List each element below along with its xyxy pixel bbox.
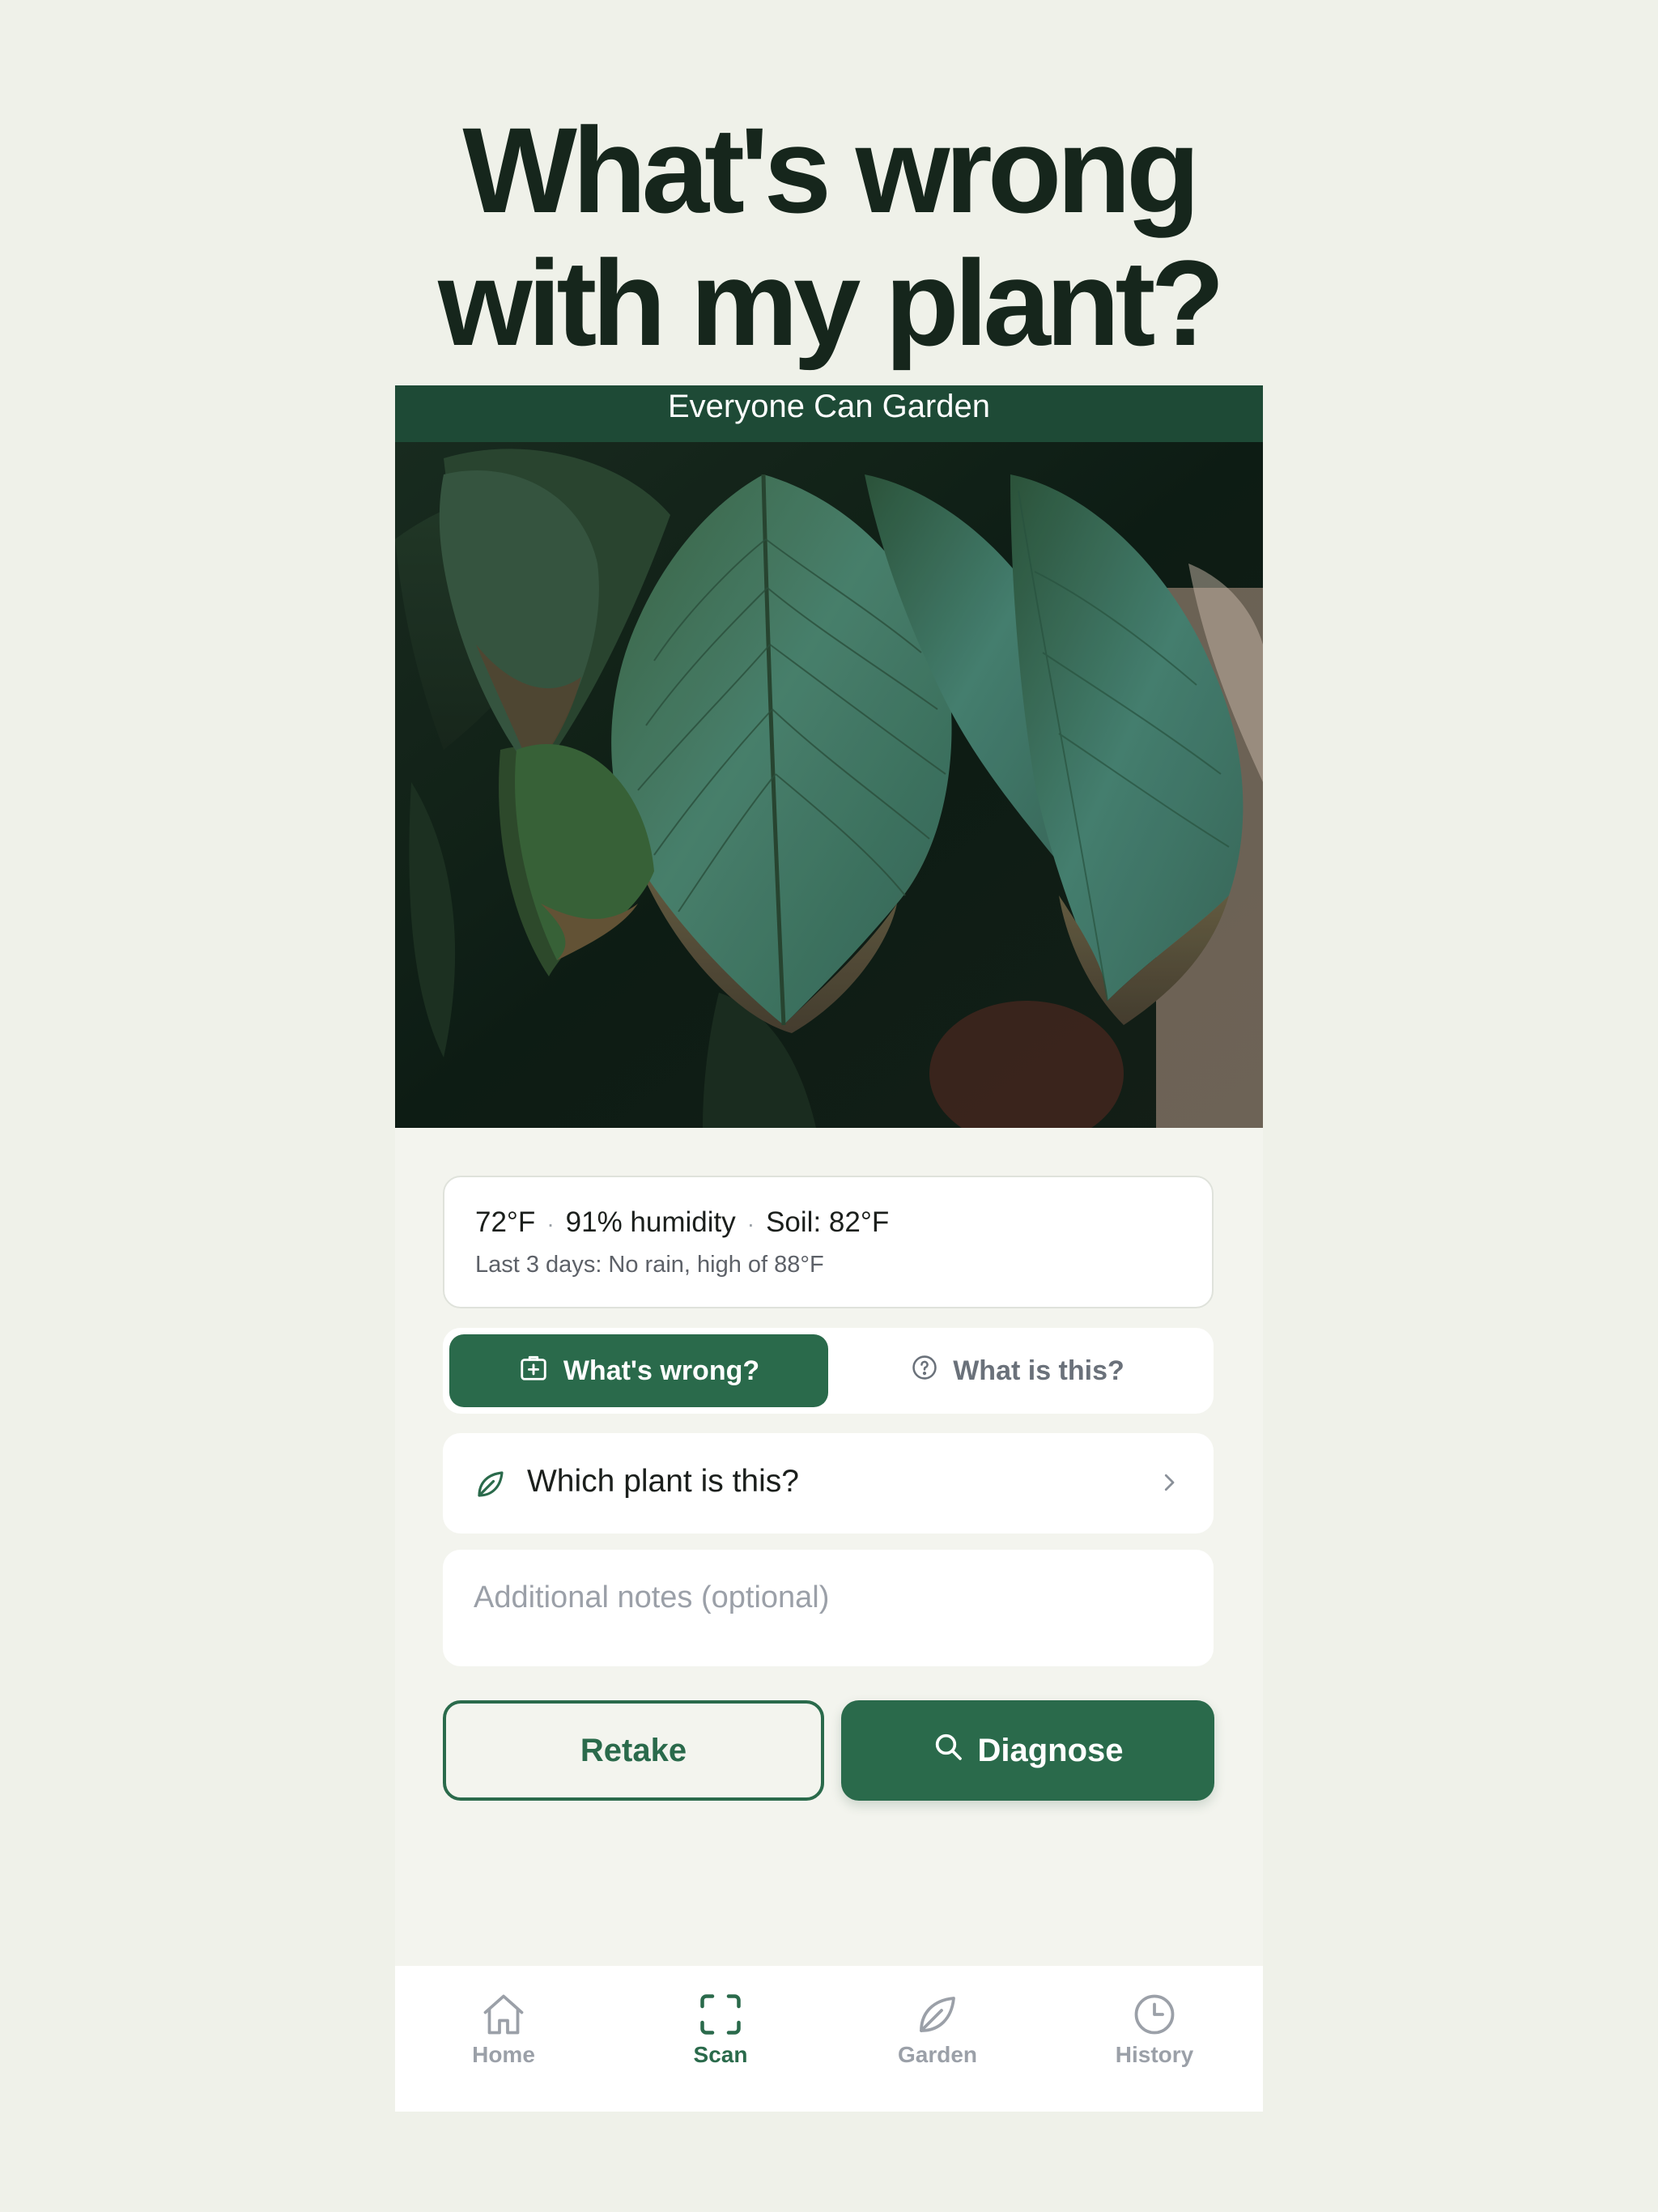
soil-temperature: Soil: 82°F (766, 1206, 890, 1238)
app-title-bar: Everyone Can Garden (395, 385, 1263, 442)
home-icon (479, 1990, 528, 2039)
diagnose-button[interactable]: Diagnose (841, 1700, 1214, 1801)
leaf-icon (474, 1467, 508, 1505)
tab-home[interactable]: Home (395, 1966, 612, 2112)
plant-photo (395, 442, 1263, 1128)
diagnose-label: Diagnose (977, 1732, 1124, 1768)
temperature: 72°F (475, 1206, 536, 1238)
app-title: Everyone Can Garden (667, 389, 990, 424)
tab-garden-label: Garden (897, 2042, 978, 2067)
weather-summary-line: 72°F · 91% humidity · Soil: 82°F (475, 1206, 889, 1239)
leaf-icon (913, 1990, 962, 2039)
separator-dot: · (746, 1211, 755, 1236)
clock-icon (1130, 1990, 1179, 2039)
weather-history: Last 3 days: No rain, high of 88°F (475, 1252, 824, 1278)
tab-home-label: Home (472, 2042, 535, 2067)
mode-toggle: What's wrong? What is this? (443, 1328, 1214, 1414)
headline-line-1: What's wrong (462, 102, 1200, 238)
tab-scan-label: Scan (693, 2042, 748, 2067)
search-icon (932, 1730, 964, 1771)
humidity: 91% humidity (565, 1206, 736, 1238)
tab-scan[interactable]: Scan (612, 1966, 829, 2112)
question-circle-icon (911, 1354, 938, 1389)
page-headline: What's wrong with my plant? (0, 104, 1658, 369)
headline-line-2: with my plant? (438, 235, 1225, 371)
separator-dot: · (546, 1211, 555, 1236)
scan-icon (696, 1990, 745, 2039)
tab-history-label: History (1115, 2042, 1194, 2067)
weather-card: 72°F · 91% humidity · Soil: 82°F Last 3 days… (443, 1176, 1214, 1308)
mode-what-is-this-label: What is this? (953, 1355, 1124, 1386)
retake-button[interactable]: Retake (443, 1700, 824, 1801)
plant-picker-row[interactable]: Which plant is this? (443, 1433, 1214, 1534)
tab-history[interactable]: History (1046, 1966, 1263, 2112)
plant-picker-label: Which plant is this? (527, 1464, 799, 1499)
mode-whats-wrong-button[interactable]: What's wrong? (449, 1334, 828, 1407)
mode-what-is-this-button[interactable]: What is this? (828, 1334, 1207, 1407)
mode-whats-wrong-label: What's wrong? (563, 1355, 760, 1386)
tab-garden[interactable]: Garden (829, 1966, 1046, 2112)
additional-notes-input[interactable] (443, 1550, 1214, 1666)
bottom-tab-bar: Home Scan Garden History (395, 1966, 1263, 2112)
chevron-right-icon (1157, 1469, 1181, 1500)
medical-kit-icon (518, 1352, 549, 1390)
app-screen: Everyone Can Garden 72°F · 91% humidity … (395, 385, 1263, 2112)
